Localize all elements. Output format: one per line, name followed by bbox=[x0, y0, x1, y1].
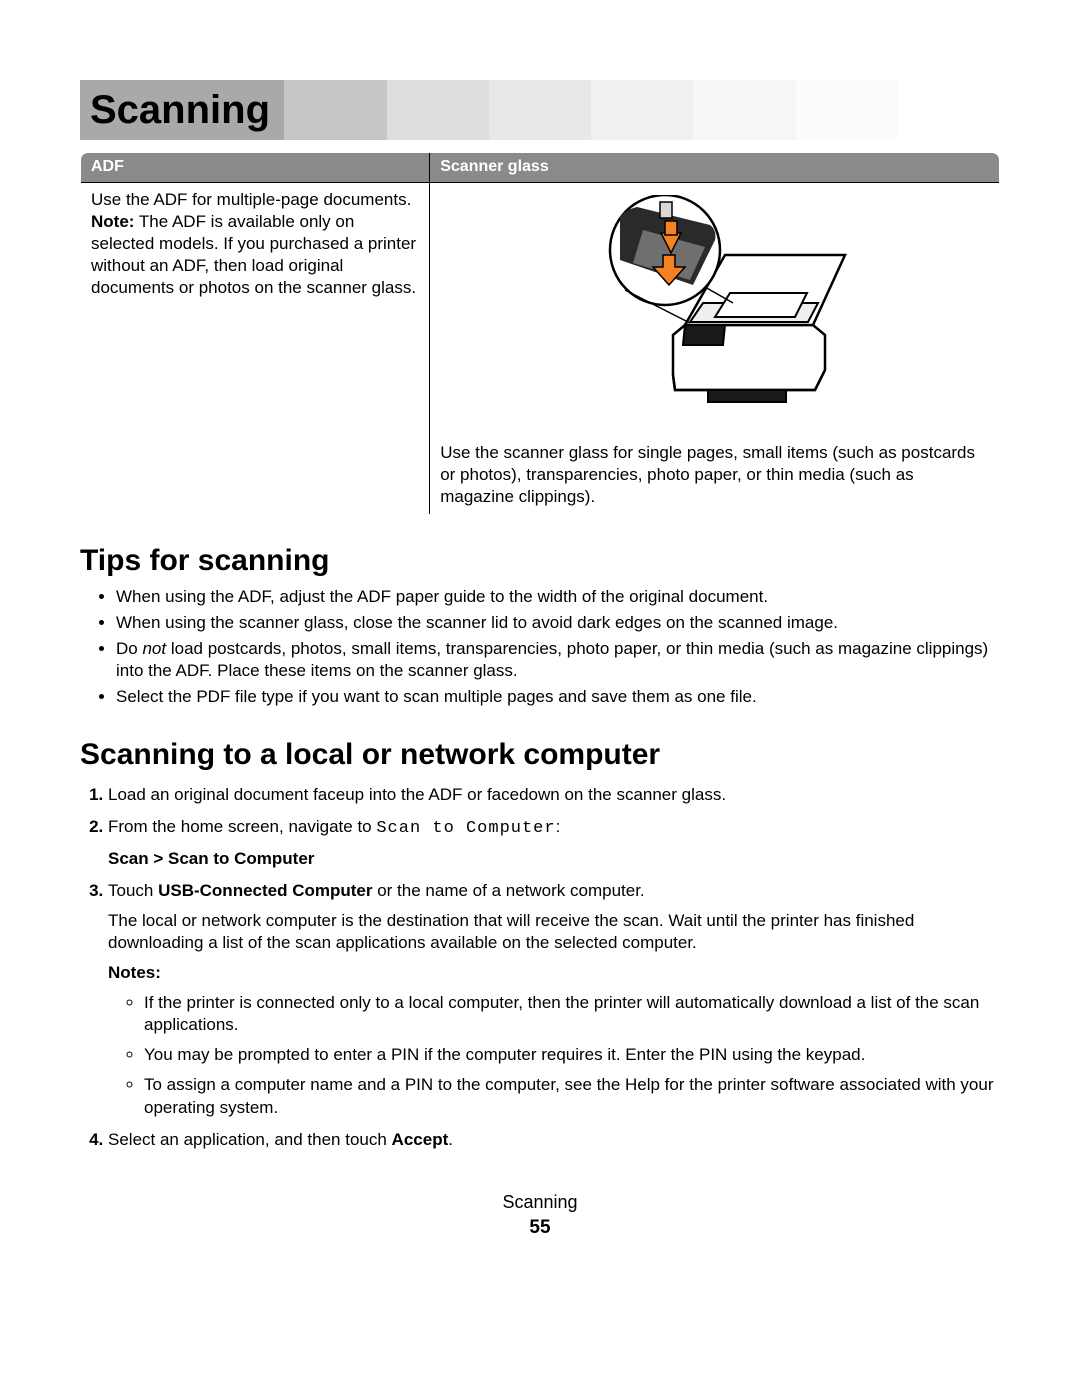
mono-scan-to-computer: Scan to Computer bbox=[376, 819, 555, 838]
table-row: Use the ADF for multiple-page documents.… bbox=[81, 182, 1000, 514]
tips-list: When using the ADF, adjust the ADF paper… bbox=[80, 586, 1000, 708]
page-title: Scanning bbox=[80, 80, 1000, 140]
table-header-row: ADF Scanner glass bbox=[81, 153, 1000, 183]
notes-list: If the printer is connected only to a lo… bbox=[108, 992, 1000, 1118]
th-adf: ADF bbox=[81, 153, 430, 183]
cell-adf: Use the ADF for multiple-page documents.… bbox=[81, 182, 430, 514]
scanner-use-text: Use the scanner glass for single pages, … bbox=[440, 442, 989, 508]
footer-page-number: 55 bbox=[80, 1216, 1000, 1241]
scan-methods-table: ADF Scanner glass Use the ADF for multip… bbox=[80, 152, 1000, 515]
list-item: Do not load postcards, photos, small ite… bbox=[116, 638, 1000, 682]
th-scanner-glass: Scanner glass bbox=[430, 153, 1000, 183]
notes-label: Notes: bbox=[108, 963, 161, 982]
step3-paragraph: The local or network computer is the des… bbox=[108, 910, 1000, 954]
adf-use-text: Use the ADF for multiple-page documents. bbox=[91, 189, 419, 211]
page-footer: Scanning 55 bbox=[80, 1191, 1000, 1241]
adf-note-body: The ADF is available only on selected mo… bbox=[91, 212, 416, 297]
note-label: Note: bbox=[91, 212, 134, 231]
title-bar: Scanning bbox=[80, 80, 1000, 140]
usb-connected-computer-label: USB-Connected Computer bbox=[158, 881, 372, 900]
heading-scan-to-computer: Scanning to a local or network computer bbox=[80, 735, 1000, 774]
document-page: Scanning ADF Scanner glass Use the ADF f… bbox=[0, 0, 1080, 1281]
step-2: From the home screen, navigate to Scan t… bbox=[108, 816, 1000, 870]
heading-tips: Tips for scanning bbox=[80, 541, 1000, 580]
step-3: Touch USB-Connected Computer or the name… bbox=[108, 880, 1000, 1119]
list-item: Select the PDF file type if you want to … bbox=[116, 686, 1000, 708]
tip-italic-line: Do not load postcards, photos, small ite… bbox=[116, 639, 988, 680]
printer-scanner-illustration bbox=[565, 195, 865, 430]
list-item: To assign a computer name and a PIN to t… bbox=[144, 1074, 1000, 1118]
list-item: When using the ADF, adjust the ADF paper… bbox=[116, 586, 1000, 608]
list-item: When using the scanner glass, close the … bbox=[116, 612, 1000, 634]
adf-note: Note: The ADF is available only on selec… bbox=[91, 211, 419, 299]
accept-label: Accept bbox=[392, 1130, 449, 1149]
list-item: If the printer is connected only to a lo… bbox=[144, 992, 1000, 1036]
step-1: Load an original document faceup into th… bbox=[108, 784, 1000, 806]
list-item: You may be prompted to enter a PIN if th… bbox=[144, 1044, 1000, 1066]
steps-list: Load an original document faceup into th… bbox=[80, 784, 1000, 1151]
footer-chapter: Scanning bbox=[80, 1191, 1000, 1214]
nav-path: Scan > Scan to Computer bbox=[108, 849, 314, 868]
cell-scanner-glass: Use the scanner glass for single pages, … bbox=[430, 182, 1000, 514]
step-4: Select an application, and then touch Ac… bbox=[108, 1129, 1000, 1151]
